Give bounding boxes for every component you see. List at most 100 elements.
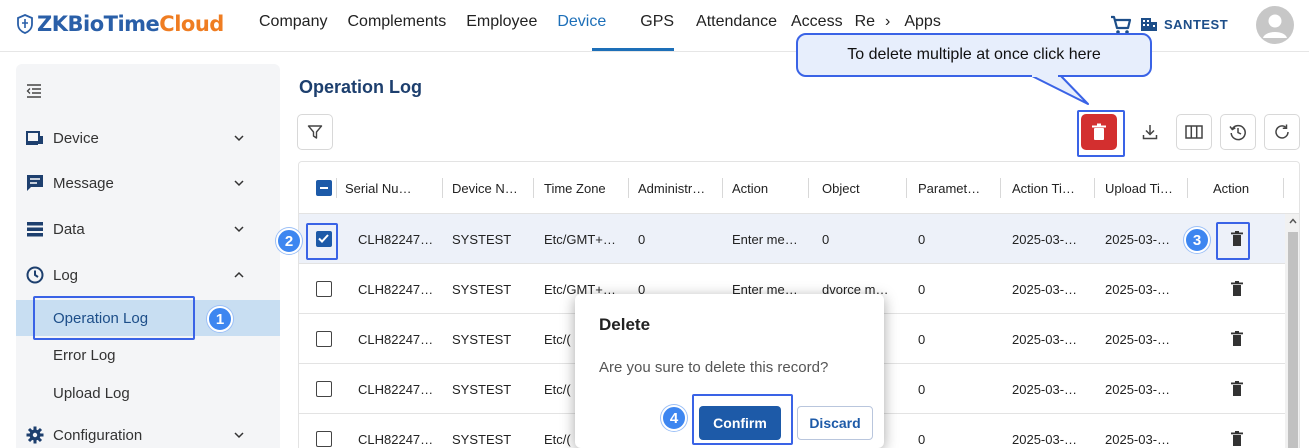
sidebar-item-configuration[interactable]: Configuration (16, 417, 280, 448)
trash-icon[interactable] (1231, 331, 1243, 347)
row-checkbox[interactable] (316, 431, 332, 447)
cell-action-time: 2025-03-… (1012, 231, 1078, 247)
cell-param: 0 (918, 281, 926, 297)
cell-device: SYSTEST (452, 431, 512, 447)
refresh-button[interactable] (1264, 114, 1300, 150)
column-header[interactable]: Device N… (452, 162, 518, 214)
clock-icon (26, 266, 44, 284)
company-selector[interactable]: SANTEST (1140, 16, 1228, 32)
column-header[interactable]: Serial Nu… (345, 162, 411, 214)
cell-timezone: Etc/( (544, 381, 571, 397)
nav-apps[interactable]: Apps (904, 13, 940, 31)
trash-icon[interactable] (1231, 381, 1243, 397)
nav-company[interactable]: Company (259, 13, 327, 31)
logo-text: ZKBioTime (37, 12, 160, 36)
cell-action: Enter me… (732, 231, 798, 247)
logo-accent-text: Cloud (159, 12, 224, 36)
cell-serial: CLH82247… (358, 431, 434, 447)
sidebar-subitem-upload-log[interactable]: Upload Log (16, 375, 280, 411)
cell-param: 0 (918, 231, 926, 247)
table-row[interactable]: CLH82247… SYSTEST Etc/GMT+… 0 Enter me… … (299, 214, 1299, 264)
nav-attendance[interactable]: Attendance (696, 13, 777, 31)
step-badge-3: 3 (1184, 227, 1210, 253)
column-header[interactable]: Administr… (638, 162, 705, 214)
sidebar-subitem-label: Upload Log (53, 384, 130, 402)
row-checkbox[interactable] (316, 281, 332, 297)
company-name: SANTEST (1164, 16, 1229, 32)
sidebar-item-device[interactable]: Device (16, 120, 280, 156)
filter-icon (307, 125, 323, 139)
cell-timezone: Etc/( (544, 331, 571, 347)
sidebar-subitem-label: Error Log (53, 346, 116, 364)
columns-button[interactable] (1176, 114, 1212, 150)
columns-icon (1185, 125, 1203, 139)
nav-more-chevron[interactable]: › (885, 13, 890, 31)
nav-gps[interactable]: GPS (640, 13, 674, 31)
cell-param: 0 (918, 431, 926, 447)
sidebar-subitem-label: Operation Log (53, 309, 149, 327)
nav-device[interactable]: Device (557, 13, 606, 31)
sidebar-item-log[interactable]: Log (16, 257, 280, 293)
column-header[interactable]: Paramet… (918, 162, 980, 214)
cart-icon[interactable] (1110, 15, 1132, 35)
device-icon (26, 131, 43, 145)
trash-icon[interactable] (1231, 231, 1243, 247)
building-icon (1141, 18, 1157, 31)
export-button[interactable] (1132, 114, 1168, 150)
sidebar-item-label: Device (53, 129, 99, 147)
column-header[interactable]: Object (822, 162, 860, 214)
cell-device: SYSTEST (452, 281, 512, 297)
scrollbar-thumb[interactable] (1288, 232, 1298, 448)
column-header[interactable]: Action (732, 162, 768, 214)
step-badge-2: 2 (276, 228, 302, 254)
confirm-button[interactable]: Confirm (699, 406, 781, 440)
download-icon (1142, 125, 1158, 140)
sidebar-item-data[interactable]: Data (16, 211, 280, 247)
cell-upload-time: 2025-03-… (1105, 331, 1171, 347)
nav-access[interactable]: Access (791, 13, 843, 31)
chevron-down-icon (234, 135, 244, 142)
cell-upload-time: 2025-03-… (1105, 381, 1171, 397)
row-checkbox[interactable] (316, 381, 332, 397)
refresh-icon (1275, 124, 1289, 139)
step-badge-4: 4 (661, 405, 687, 431)
sidebar-subitem-operation-log[interactable]: Operation Log (16, 300, 280, 336)
nav-employee[interactable]: Employee (466, 13, 537, 31)
nav-reports[interactable]: Re (855, 13, 875, 31)
cell-upload-time: 2025-03-… (1105, 431, 1171, 447)
delete-confirm-dialog: Delete Are you sure to delete this recor… (575, 294, 884, 448)
bulk-delete-button[interactable] (1081, 114, 1117, 150)
sidebar-item-label: Log (53, 266, 79, 284)
step-badge-1: 1 (207, 306, 233, 332)
collapse-sidebar-icon[interactable] (26, 84, 42, 98)
dialog-title: Delete (599, 315, 651, 334)
cell-device: SYSTEST (452, 381, 512, 397)
avatar[interactable] (1256, 6, 1294, 44)
cell-action-time: 2025-03-… (1012, 331, 1078, 347)
cell-serial: CLH82247… (358, 331, 434, 347)
sidebar-subitem-error-log[interactable]: Error Log (16, 337, 280, 373)
trash-icon[interactable] (1231, 431, 1243, 447)
table-header: Serial Nu… Device N… Time Zone Administr… (299, 162, 1299, 214)
cell-serial: CLH82247… (358, 281, 434, 297)
shield-logo-icon (17, 14, 33, 34)
column-header[interactable]: Time Zone (544, 162, 606, 214)
logo[interactable]: ZKBioTime Cloud (16, 10, 224, 38)
chevron-down-icon (234, 432, 244, 439)
column-header[interactable]: Upload Ti… (1105, 162, 1173, 214)
chevron-down-icon (234, 180, 244, 187)
sidebar-item-message[interactable]: Message (16, 165, 280, 201)
select-all-checkbox[interactable] (316, 180, 332, 196)
row-checkbox[interactable] (316, 231, 332, 247)
row-checkbox[interactable] (316, 331, 332, 347)
cell-timezone: Etc/( (544, 431, 571, 447)
nav-complements[interactable]: Complements (347, 13, 446, 31)
history-button[interactable] (1220, 114, 1256, 150)
user-icon (1263, 14, 1287, 38)
table-scrollbar[interactable] (1285, 214, 1299, 448)
scroll-up-icon[interactable] (1289, 218, 1297, 224)
trash-icon[interactable] (1231, 281, 1243, 297)
discard-button[interactable]: Discard (797, 406, 873, 440)
filter-button[interactable] (297, 114, 333, 150)
column-header[interactable]: Action Ti… (1012, 162, 1075, 214)
